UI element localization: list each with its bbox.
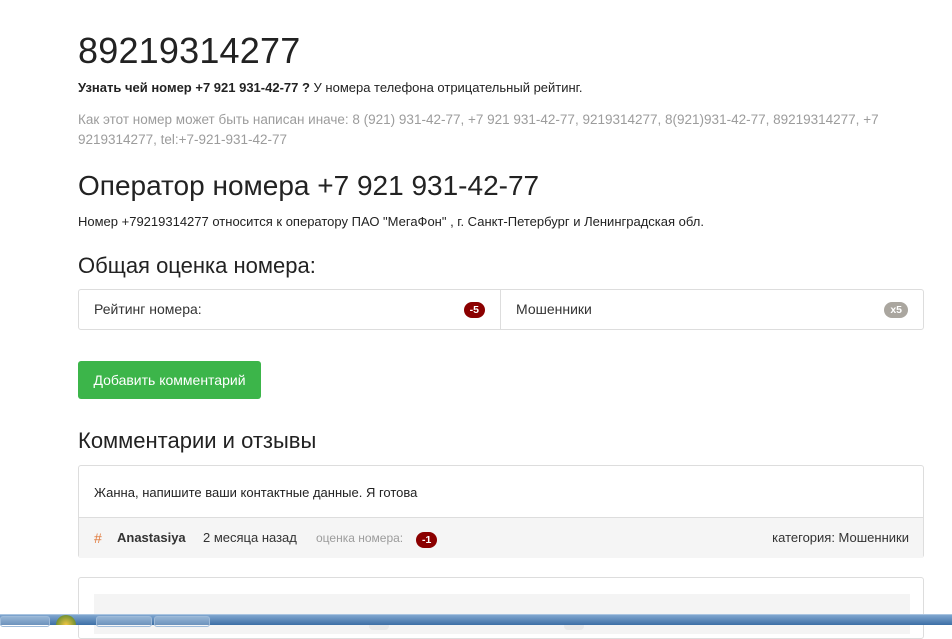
taskbar-item[interactable] (96, 616, 152, 627)
comment-time: 2 месяца назад (203, 530, 297, 545)
intro-bold: Узнать чей номер +7 921 931-42-77 ? (78, 80, 310, 95)
comment-footer: # Anastasiya 2 месяца назад оценка номер… (79, 517, 923, 558)
rating-row: Рейтинг номера: -5 Мошенники x5 (78, 289, 924, 330)
comment-author: Anastasiya (117, 530, 186, 545)
alt-formats: Как этот номер может быть написан иначе:… (78, 112, 879, 147)
rating-heading: Общая оценка номера: (78, 253, 316, 278)
comment-card: Жанна, напишите ваши контактные данные. … (78, 465, 924, 558)
comment-score-label: оценка номера: (316, 531, 404, 545)
category-cell: Мошенники x5 (500, 289, 924, 330)
comment-permalink[interactable]: # (94, 530, 102, 546)
page-title: 89219314277 (78, 30, 301, 71)
comment-category: категория: Мошенники (772, 530, 909, 545)
next-comment-card (78, 577, 924, 639)
add-comment-button[interactable]: Добавить комментарий (78, 361, 261, 399)
operator-heading: Оператор номера +7 921 931-42-77 (78, 170, 540, 201)
category-label: Мошенники (516, 301, 592, 317)
intro-rest: У номера телефона отрицательный рейтинг. (309, 80, 583, 95)
taskbar-item[interactable] (154, 616, 210, 627)
rating-label: Рейтинг номера: (94, 301, 202, 317)
rating-cell: Рейтинг номера: -5 (78, 289, 501, 330)
comment-text: Жанна, напишите ваши контактные данные. … (94, 485, 418, 500)
rating-badge: -5 (463, 302, 485, 318)
operator-text: Номер +79219314277 относится к оператору… (78, 214, 704, 229)
taskbar-item[interactable] (0, 616, 50, 627)
intro-text: Узнать чей номер +7 921 931-42-77 ? У но… (78, 80, 582, 95)
category-count-badge: x5 (884, 302, 908, 318)
os-taskbar (0, 614, 952, 627)
comment-score-badge: -1 (416, 532, 438, 548)
comments-heading: Комментарии и отзывы (78, 428, 317, 453)
